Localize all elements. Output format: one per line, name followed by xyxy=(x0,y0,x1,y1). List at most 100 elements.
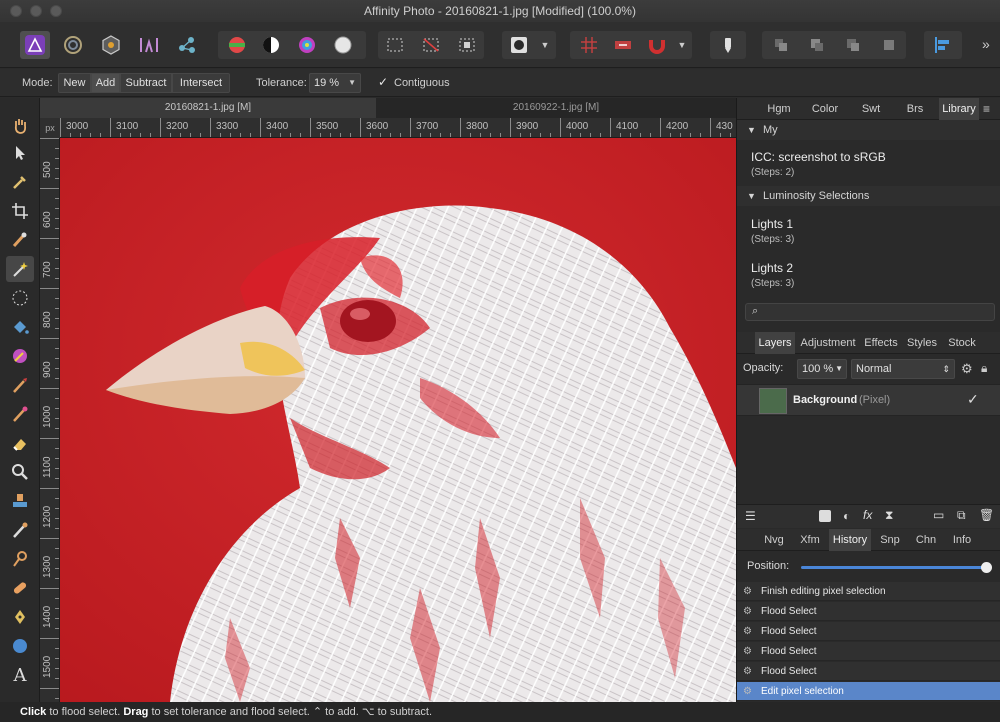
pixel-tool[interactable] xyxy=(6,401,34,427)
history-position-slider[interactable] xyxy=(801,562,992,573)
mask-layer-icon[interactable] xyxy=(819,510,831,522)
snapping-button[interactable] xyxy=(642,31,672,59)
trash-icon[interactable]: 🗑︎ xyxy=(979,508,994,522)
invert-selection-button[interactable] xyxy=(452,31,482,59)
patch-tool[interactable] xyxy=(6,575,34,601)
layer-row[interactable]: Background (Pixel) ✓ xyxy=(737,384,1000,416)
mode-subtract-button[interactable]: Subtract xyxy=(120,73,172,93)
align-button[interactable] xyxy=(928,31,958,59)
history-item[interactable]: ⚙ Flood Select xyxy=(737,602,1000,621)
tab-histogram[interactable]: Hgm xyxy=(759,98,799,120)
hsl-button[interactable] xyxy=(292,31,322,59)
color-picker-tool[interactable] xyxy=(6,169,34,195)
history-item[interactable]: ⚙ Flood Select xyxy=(737,622,1000,641)
toolbar-overflow-icon[interactable]: » xyxy=(982,36,990,52)
levels-button[interactable] xyxy=(222,31,252,59)
minimize-window-button[interactable] xyxy=(30,5,42,17)
layer-visible-checkbox[interactable]: ✓ xyxy=(967,391,979,408)
quick-mask-button[interactable] xyxy=(504,31,534,59)
move-back-button[interactable] xyxy=(802,31,832,59)
tab-channels[interactable]: Chn xyxy=(909,529,943,551)
panel-menu-icon[interactable]: ≡ xyxy=(983,102,990,116)
tab-snapshots[interactable]: Snp xyxy=(873,529,907,551)
library-section-luminosity[interactable]: ▼ Luminosity Selections xyxy=(737,186,1000,206)
crop-tool[interactable] xyxy=(6,198,34,224)
move-to-back-button[interactable] xyxy=(766,31,796,59)
move-to-front-button[interactable] xyxy=(874,31,904,59)
adjustment-layer-icon[interactable]: ◐ xyxy=(843,509,850,523)
tab-stock[interactable]: Stock xyxy=(943,332,981,354)
folder-icon[interactable]: ▭ xyxy=(933,508,944,522)
marquee-tool[interactable] xyxy=(6,285,34,311)
tolerance-field[interactable]: 19 % ▼ xyxy=(309,73,361,93)
document-tab[interactable]: 20160922-1.jpg [M] xyxy=(376,98,736,118)
history-item[interactable]: ⚙ Flood Select xyxy=(737,642,1000,661)
shape-tool[interactable] xyxy=(6,633,34,659)
live-filter-icon[interactable]: ⧗ xyxy=(885,508,893,523)
selection-brush-tool[interactable] xyxy=(6,227,34,253)
mode-intersect-button[interactable]: Intersect xyxy=(172,73,230,93)
macro-item[interactable]: Lights 1 (Steps: 3) xyxy=(751,217,794,245)
macro-item[interactable]: ICC: screenshot to sRGB (Steps: 2) xyxy=(751,150,886,178)
tone-mapping-persona-button[interactable] xyxy=(134,31,164,59)
history-item[interactable]: ⚙ Edit pixel selection xyxy=(737,682,1000,701)
history-item[interactable]: ⚙ Flood Select xyxy=(737,662,1000,681)
tab-info[interactable]: Info xyxy=(945,529,979,551)
tab-navigator[interactable]: Nvg xyxy=(757,529,791,551)
erase-tool[interactable] xyxy=(6,430,34,456)
tab-effects[interactable]: Effects xyxy=(861,332,901,354)
close-window-button[interactable] xyxy=(10,5,22,17)
macro-item[interactable]: Lights 2 (Steps: 3) xyxy=(751,261,794,289)
move-forward-button[interactable] xyxy=(838,31,868,59)
tab-swatches[interactable]: Swt xyxy=(851,98,891,120)
view-tool[interactable] xyxy=(6,112,34,138)
flood-select-tool[interactable] xyxy=(6,256,34,282)
deselect-button[interactable] xyxy=(416,31,446,59)
snapping-dropdown[interactable]: ▼ xyxy=(672,31,692,59)
tab-styles[interactable]: Styles xyxy=(903,332,941,354)
photo-persona-button[interactable] xyxy=(20,31,50,59)
fx-icon[interactable]: fx xyxy=(863,508,872,522)
document-tab-active[interactable]: 20160821-1.jpg [M] xyxy=(40,98,376,118)
tab-library[interactable]: Library xyxy=(939,98,979,120)
arrange-button[interactable] xyxy=(608,31,638,59)
lock-icon[interactable]: 🔒︎ xyxy=(981,361,987,376)
liquify-persona-button[interactable] xyxy=(58,31,88,59)
quick-mask-dropdown[interactable]: ▼ xyxy=(534,31,556,59)
healing-tool[interactable] xyxy=(6,517,34,543)
zoom-tool[interactable] xyxy=(6,459,34,485)
brush-settings-button[interactable] xyxy=(713,31,743,59)
zoom-window-button[interactable] xyxy=(50,5,62,17)
move-tool[interactable] xyxy=(6,140,34,166)
image-canvas[interactable] xyxy=(60,138,736,702)
contiguous-checkbox[interactable]: ✓ xyxy=(378,76,390,88)
tab-transform[interactable]: Xfm xyxy=(793,529,827,551)
clone-tool[interactable] xyxy=(6,488,34,514)
black-white-button[interactable] xyxy=(256,31,286,59)
paint-brush-tool[interactable] xyxy=(6,372,34,398)
blend-mode-select[interactable]: Normal ⇕ xyxy=(851,359,955,379)
tab-color[interactable]: Color xyxy=(803,98,847,120)
mode-new-button[interactable]: New xyxy=(58,73,91,93)
grid-button[interactable] xyxy=(574,31,604,59)
text-tool[interactable]: A xyxy=(6,662,34,688)
tab-history[interactable]: History xyxy=(829,529,871,551)
library-section-my[interactable]: ▼ My xyxy=(737,120,1000,140)
mode-add-button[interactable]: Add xyxy=(91,73,120,93)
slider-knob[interactable] xyxy=(981,562,992,573)
tab-brushes[interactable]: Brs xyxy=(895,98,935,120)
layers-stack-icon[interactable]: ☰ xyxy=(745,509,756,523)
export-persona-button[interactable] xyxy=(172,31,202,59)
gear-icon[interactable]: ⚙ xyxy=(961,361,973,377)
white-balance-button[interactable] xyxy=(328,31,358,59)
dodge-tool[interactable] xyxy=(6,546,34,572)
add-layer-icon[interactable]: ⧉ xyxy=(957,508,966,523)
history-item[interactable]: ⚙ Finish editing pixel selection xyxy=(737,582,1000,601)
fill-tool[interactable] xyxy=(6,314,34,340)
develop-persona-button[interactable] xyxy=(96,31,126,59)
library-search-input[interactable]: ⌕ xyxy=(745,303,995,321)
color-replacement-tool[interactable] xyxy=(6,343,34,369)
pen-tool[interactable] xyxy=(6,604,34,630)
tab-layers[interactable]: Layers xyxy=(755,332,795,354)
opacity-field[interactable]: 100 % ▼ xyxy=(797,359,847,379)
